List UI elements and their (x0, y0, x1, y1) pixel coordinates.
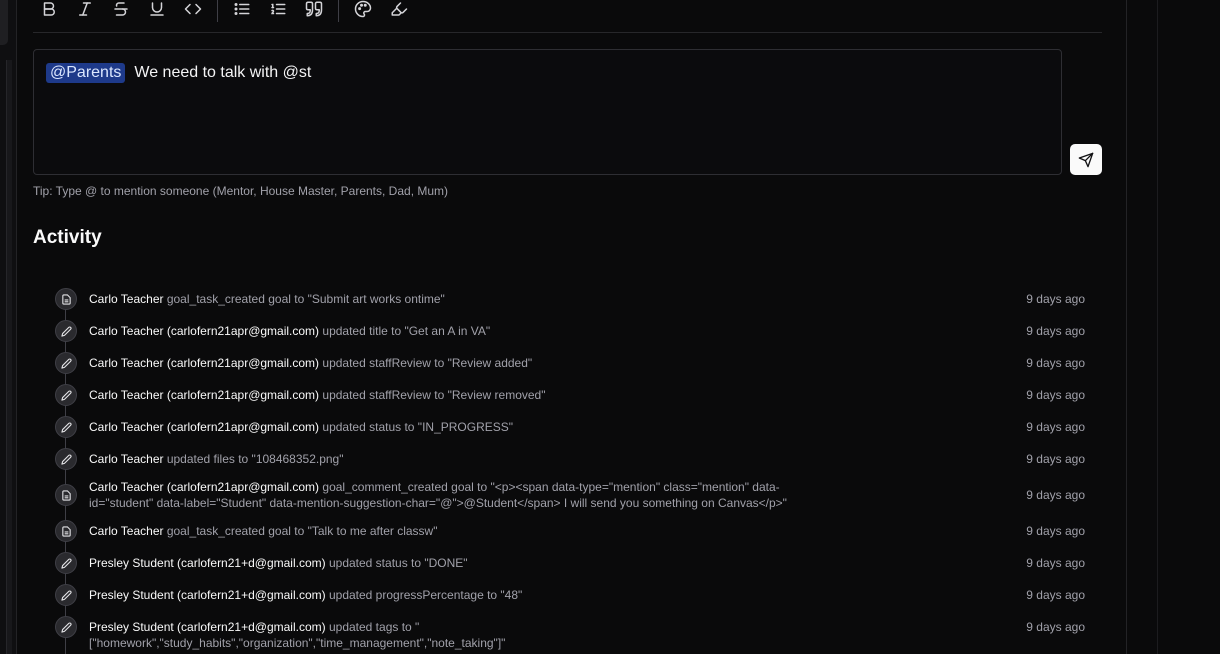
activity-text: Presley Student (carlofern21+d@gmail.com… (89, 619, 809, 651)
toolbar-divider (217, 0, 218, 22)
activity-action: updated files to "108468352.png" (166, 452, 344, 466)
activity-timestamp: 9 days ago (1026, 588, 1085, 602)
activity-text: Presley Student (carlofern21+d@gmail.com… (89, 555, 809, 571)
bold-button[interactable] (36, 0, 62, 18)
activity-text: Carlo Teacher updated files to "10846835… (89, 451, 809, 467)
activity-actor: Carlo Teacher (carlofern21apr@gmail.com) (89, 356, 320, 370)
pencil-icon (55, 416, 77, 438)
activity-action: updated title to "Get an A in VA" (322, 324, 491, 338)
activity-timestamp: 9 days ago (1026, 488, 1085, 502)
activity-action: updated staffReview to "Review removed" (322, 388, 546, 402)
bullet-list-button[interactable] (229, 0, 255, 18)
activity-timestamp: 9 days ago (1026, 452, 1085, 466)
numbered-list-button[interactable] (265, 0, 291, 18)
palette-icon (354, 0, 372, 18)
activity-text: Carlo Teacher (carlofern21apr@gmail.com)… (89, 419, 809, 435)
activity-heading: Activity (33, 227, 102, 248)
activity-actor: Presley Student (carlofern21+d@gmail.com… (89, 556, 326, 570)
italic-icon (79, 2, 91, 16)
activity-actor: Carlo Teacher (89, 452, 164, 466)
underline-icon (150, 2, 164, 16)
left-scrollbar[interactable] (6, 60, 12, 654)
activity-timestamp: 9 days ago (1026, 524, 1085, 538)
toolbar-divider (338, 0, 339, 22)
bullet-list-icon (234, 3, 250, 15)
blockquote-button[interactable] (301, 0, 327, 18)
quote-icon (305, 1, 323, 17)
formatting-toolbar (33, 0, 1102, 33)
activity-timestamp: 9 days ago (1026, 324, 1085, 338)
activity-action: goal_task_created goal to "Talk to me af… (166, 524, 438, 538)
pencil-icon (55, 384, 77, 406)
activity-timestamp: 9 days ago (1026, 356, 1085, 370)
pencil-icon (55, 584, 77, 606)
pencil-icon (55, 616, 77, 638)
italic-button[interactable] (72, 0, 98, 18)
strikethrough-icon (114, 2, 128, 16)
send-button[interactable] (1070, 144, 1102, 175)
activity-action: goal_task_created goal to "Submit art wo… (166, 292, 445, 306)
activity-action: updated progressPercentage to "48" (328, 588, 523, 602)
mention-tip: Tip: Type @ to mention someone (Mentor, … (33, 184, 449, 198)
activity-text: Carlo Teacher goal_task_created goal to … (89, 523, 809, 539)
editor-text: We need to talk with @st (134, 64, 312, 81)
comment-editor[interactable]: @Parents We need to talk with @st (33, 49, 1062, 175)
send-icon (1078, 152, 1094, 167)
text-color-button[interactable] (350, 0, 376, 18)
pencil-icon (55, 320, 77, 342)
activity-timestamp: 9 days ago (1026, 388, 1085, 402)
activity-timestamp: 9 days ago (1026, 556, 1085, 570)
document-icon (55, 520, 77, 542)
pencil-icon (55, 552, 77, 574)
activity-text: Carlo Teacher (carlofern21apr@gmail.com)… (89, 355, 809, 371)
document-icon (55, 484, 77, 506)
activity-actor: Presley Student (carlofern21+d@gmail.com… (89, 588, 326, 602)
underline-button[interactable] (144, 0, 170, 18)
activity-actor: Carlo Teacher (carlofern21apr@gmail.com) (89, 324, 320, 338)
bold-icon (43, 2, 55, 16)
pencil-icon (55, 448, 77, 470)
document-icon (55, 288, 77, 310)
code-button[interactable] (180, 0, 206, 18)
activity-action: updated status to "IN_PROGRESS" (322, 420, 514, 434)
numbered-list-icon (271, 3, 286, 15)
activity-actor: Carlo Teacher (89, 524, 164, 538)
right-divider (1157, 0, 1158, 654)
activity-actor: Carlo Teacher (carlofern21apr@gmail.com) (89, 420, 320, 434)
activity-actor: Presley Student (carlofern21+d@gmail.com… (89, 620, 326, 634)
activity-text: Carlo Teacher (carlofern21apr@gmail.com)… (89, 387, 809, 403)
activity-actor: Carlo Teacher (carlofern21apr@gmail.com) (89, 388, 320, 402)
activity-text: Presley Student (carlofern21+d@gmail.com… (89, 587, 809, 603)
activity-action: updated staffReview to "Review added" (322, 356, 533, 370)
activity-timestamp: 9 days ago (1026, 420, 1085, 434)
activity-text: Carlo Teacher (carlofern21apr@gmail.com)… (89, 479, 799, 511)
activity-timestamp: 9 days ago (1026, 292, 1085, 306)
highlight-button[interactable] (386, 0, 412, 18)
pencil-icon (55, 352, 77, 374)
activity-actor: Carlo Teacher (89, 292, 164, 306)
mention-chip[interactable]: @Parents (46, 63, 126, 83)
activity-actor: Carlo Teacher (carlofern21apr@gmail.com) (89, 480, 320, 494)
right-panel-edge (1126, 0, 1220, 654)
left-panel-edge (0, 0, 17, 654)
highlighter-icon (391, 2, 408, 16)
activity-text: Carlo Teacher goal_task_created goal to … (89, 291, 809, 307)
activity-timestamp: 9 days ago (1026, 620, 1085, 634)
editor-content[interactable]: @Parents We need to talk with @st (46, 63, 311, 83)
activity-action: updated status to "DONE" (328, 556, 468, 570)
activity-text: Carlo Teacher (carlofern21apr@gmail.com)… (89, 323, 809, 339)
strikethrough-button[interactable] (108, 0, 134, 18)
left-panel-tab[interactable] (0, 0, 8, 45)
code-icon (184, 3, 202, 15)
